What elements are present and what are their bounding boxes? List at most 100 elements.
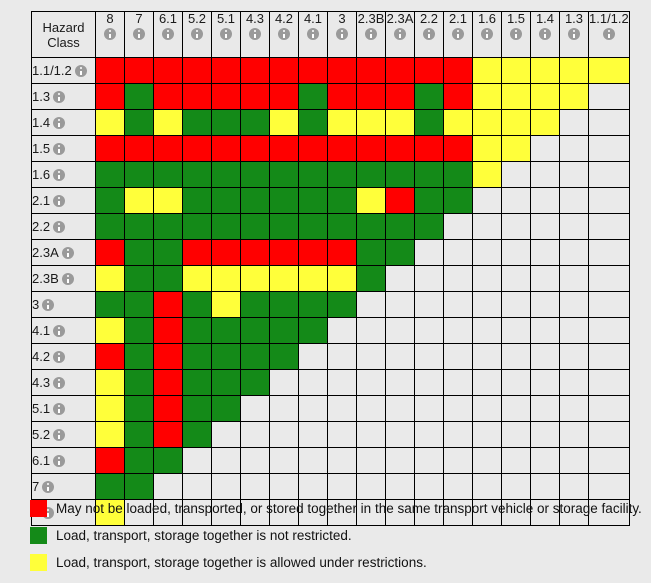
matrix-cell[interactable] — [95, 83, 125, 110]
matrix-cell[interactable] — [182, 57, 212, 84]
matrix-cell[interactable] — [298, 291, 328, 318]
info-icon[interactable] — [53, 351, 66, 363]
info-icon[interactable] — [42, 299, 55, 311]
info-icon[interactable] — [191, 28, 203, 40]
matrix-cell[interactable] — [124, 213, 154, 240]
info-icon[interactable] — [394, 28, 406, 40]
matrix-cell[interactable] — [240, 369, 270, 396]
matrix-cell[interactable] — [240, 161, 270, 188]
matrix-cell[interactable] — [182, 187, 212, 214]
matrix-cell[interactable] — [414, 213, 444, 240]
matrix-cell[interactable] — [124, 161, 154, 188]
matrix-cell[interactable] — [153, 109, 183, 136]
matrix-cell[interactable] — [356, 187, 386, 214]
matrix-cell[interactable] — [240, 83, 270, 110]
matrix-cell[interactable] — [327, 83, 357, 110]
info-icon[interactable] — [53, 455, 66, 467]
info-icon[interactable] — [42, 481, 55, 493]
matrix-cell[interactable] — [182, 135, 212, 162]
matrix-cell[interactable] — [211, 83, 241, 110]
matrix-cell[interactable] — [211, 109, 241, 136]
matrix-cell[interactable] — [95, 369, 125, 396]
matrix-cell[interactable] — [182, 161, 212, 188]
matrix-cell[interactable] — [153, 239, 183, 266]
matrix-cell[interactable] — [472, 83, 502, 110]
matrix-cell[interactable] — [211, 343, 241, 370]
matrix-cell[interactable] — [327, 187, 357, 214]
matrix-cell[interactable] — [414, 187, 444, 214]
matrix-cell[interactable] — [443, 187, 473, 214]
matrix-cell[interactable] — [95, 447, 125, 474]
matrix-cell[interactable] — [240, 57, 270, 84]
matrix-cell[interactable] — [559, 83, 589, 110]
matrix-cell[interactable] — [182, 317, 212, 344]
matrix-cell[interactable] — [443, 135, 473, 162]
matrix-cell[interactable] — [385, 57, 415, 84]
matrix-cell[interactable] — [124, 135, 154, 162]
matrix-cell[interactable] — [182, 265, 212, 292]
matrix-cell[interactable] — [95, 109, 125, 136]
matrix-cell[interactable] — [211, 395, 241, 422]
matrix-cell[interactable] — [95, 343, 125, 370]
matrix-cell[interactable] — [95, 239, 125, 266]
matrix-cell[interactable] — [443, 57, 473, 84]
matrix-cell[interactable] — [95, 135, 125, 162]
matrix-cell[interactable] — [269, 161, 299, 188]
info-icon[interactable] — [602, 28, 615, 40]
info-icon[interactable] — [53, 429, 66, 441]
matrix-cell[interactable] — [95, 161, 125, 188]
matrix-cell[interactable] — [443, 83, 473, 110]
info-icon[interactable] — [307, 28, 319, 40]
matrix-cell[interactable] — [269, 83, 299, 110]
matrix-cell[interactable] — [153, 161, 183, 188]
matrix-cell[interactable] — [95, 187, 125, 214]
matrix-cell[interactable] — [298, 317, 328, 344]
matrix-cell[interactable] — [182, 369, 212, 396]
matrix-cell[interactable] — [153, 135, 183, 162]
matrix-cell[interactable] — [501, 57, 531, 84]
info-icon[interactable] — [53, 325, 66, 337]
matrix-cell[interactable] — [327, 213, 357, 240]
matrix-cell[interactable] — [327, 109, 357, 136]
info-icon[interactable] — [53, 169, 66, 181]
matrix-cell[interactable] — [298, 109, 328, 136]
matrix-cell[interactable] — [182, 291, 212, 318]
info-icon[interactable] — [510, 28, 522, 40]
matrix-cell[interactable] — [182, 395, 212, 422]
info-icon[interactable] — [278, 28, 290, 40]
matrix-cell[interactable] — [124, 291, 154, 318]
matrix-cell[interactable] — [269, 213, 299, 240]
matrix-cell[interactable] — [298, 57, 328, 84]
matrix-cell[interactable] — [472, 135, 502, 162]
matrix-cell[interactable] — [95, 317, 125, 344]
matrix-cell[interactable] — [124, 187, 154, 214]
info-icon[interactable] — [53, 117, 66, 129]
matrix-cell[interactable] — [95, 265, 125, 292]
info-icon[interactable] — [53, 143, 66, 155]
matrix-cell[interactable] — [356, 57, 386, 84]
matrix-cell[interactable] — [95, 421, 125, 448]
matrix-cell[interactable] — [153, 317, 183, 344]
matrix-cell[interactable] — [240, 265, 270, 292]
matrix-cell[interactable] — [385, 161, 415, 188]
matrix-cell[interactable] — [124, 57, 154, 84]
matrix-cell[interactable] — [298, 83, 328, 110]
info-icon[interactable] — [568, 28, 580, 40]
matrix-cell[interactable] — [182, 421, 212, 448]
matrix-cell[interactable] — [211, 369, 241, 396]
matrix-cell[interactable] — [501, 109, 531, 136]
matrix-cell[interactable] — [240, 239, 270, 266]
info-icon[interactable] — [220, 28, 232, 40]
matrix-cell[interactable] — [269, 343, 299, 370]
matrix-cell[interactable] — [124, 421, 154, 448]
matrix-cell[interactable] — [327, 291, 357, 318]
matrix-cell[interactable] — [240, 317, 270, 344]
info-icon[interactable] — [53, 221, 66, 233]
matrix-cell[interactable] — [95, 291, 125, 318]
matrix-cell[interactable] — [298, 187, 328, 214]
info-icon[interactable] — [104, 28, 116, 40]
info-icon[interactable] — [74, 65, 87, 77]
matrix-cell[interactable] — [211, 239, 241, 266]
matrix-cell[interactable] — [356, 161, 386, 188]
matrix-cell[interactable] — [211, 291, 241, 318]
